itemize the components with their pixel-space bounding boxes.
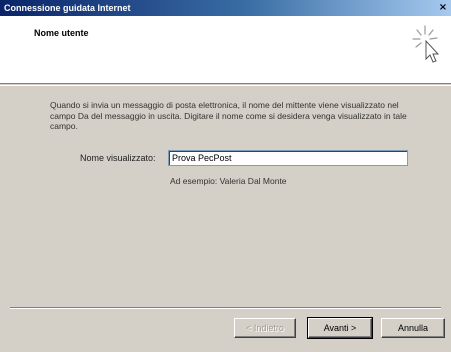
next-button[interactable]: Avanti > bbox=[307, 317, 373, 339]
back-button[interactable]: < Indietro bbox=[234, 318, 296, 338]
close-icon[interactable]: × bbox=[438, 0, 448, 16]
page-title: Nome utente bbox=[34, 28, 89, 38]
instructions-text: Quando si invia un messaggio di posta el… bbox=[50, 100, 407, 131]
header-divider bbox=[0, 85, 451, 86]
display-name-label: Nome visualizzato: bbox=[80, 153, 156, 163]
wizard-sparkle-cursor-icon bbox=[412, 25, 440, 63]
wizard-header: Nome utente bbox=[0, 16, 451, 84]
window-title: Connessione guidata Internet bbox=[4, 3, 131, 13]
display-name-input[interactable] bbox=[168, 150, 408, 166]
footer-divider-highlight bbox=[10, 308, 441, 309]
example-text: Ad esempio: Valeria Dal Monte bbox=[170, 176, 287, 186]
cancel-button[interactable]: Annulla bbox=[381, 318, 445, 338]
window-titlebar[interactable]: Connessione guidata Internet × bbox=[0, 0, 451, 16]
